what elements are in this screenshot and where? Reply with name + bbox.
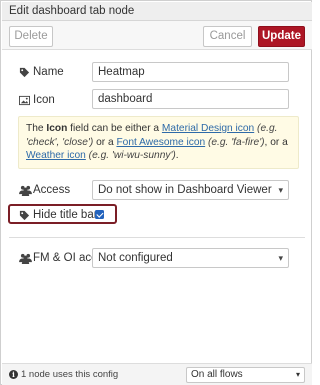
hide-title-bar-label-row: Hide title bar bbox=[19, 209, 98, 221]
help-example: (e.g. 'fa-fire') bbox=[205, 136, 265, 148]
update-button[interactable]: Update bbox=[258, 26, 305, 47]
section-divider bbox=[9, 237, 305, 238]
icon-label-row: Icon bbox=[19, 94, 55, 106]
icon-input[interactable]: dashboard bbox=[92, 89, 289, 109]
users-icon bbox=[19, 185, 32, 196]
access-select-value: Do not show in Dashboard Viewer bbox=[98, 184, 272, 196]
font-awesome-link[interactable]: Font Awesome icon bbox=[116, 137, 205, 148]
name-label-row: Name bbox=[19, 66, 64, 78]
dialog-toolbar: Delete Cancel Update bbox=[2, 21, 312, 50]
chevron-down-icon: ▾ bbox=[295, 370, 300, 379]
users-icon bbox=[19, 253, 32, 264]
name-label: Name bbox=[33, 66, 64, 78]
weather-icon-link[interactable]: Weather icon bbox=[26, 150, 86, 161]
usage-text: 1 node uses this config bbox=[21, 369, 119, 380]
help-field-name: Icon bbox=[46, 123, 68, 134]
access-label-row: Access bbox=[19, 184, 70, 196]
delete-button[interactable]: Delete bbox=[9, 26, 53, 47]
image-icon bbox=[19, 95, 30, 106]
icon-help-box: The Icon field can be either a Material … bbox=[18, 116, 299, 169]
edit-dialog: Edit dashboard tab node Delete Cancel Up… bbox=[0, 0, 312, 385]
name-input[interactable]: Heatmap bbox=[92, 62, 289, 82]
fm-oi-access-select-value: Not configured bbox=[98, 252, 173, 264]
usage-info: i 1 node uses this config bbox=[9, 369, 118, 380]
info-icon: i bbox=[9, 370, 18, 379]
help-text: or a bbox=[93, 136, 117, 148]
chevron-down-icon: ▾ bbox=[278, 253, 283, 263]
dialog-title: Edit dashboard tab node bbox=[2, 2, 312, 21]
access-select[interactable]: Do not show in Dashboard Viewer ▾ bbox=[92, 180, 289, 200]
cancel-button[interactable]: Cancel bbox=[203, 26, 252, 47]
help-text: The bbox=[26, 123, 47, 134]
material-design-link[interactable]: Material Design icon bbox=[162, 123, 254, 134]
fm-oi-access-select[interactable]: Not configured ▾ bbox=[92, 248, 289, 268]
hide-title-bar-label: Hide title bar bbox=[33, 209, 98, 221]
icon-label: Icon bbox=[33, 94, 55, 106]
help-text: , or a bbox=[264, 136, 288, 148]
chevron-down-icon: ▾ bbox=[278, 185, 283, 195]
access-label: Access bbox=[33, 184, 71, 196]
help-text: field can be either a bbox=[67, 123, 162, 134]
scope-select-value: On all flows bbox=[191, 369, 243, 380]
tag-icon bbox=[19, 210, 30, 221]
hide-title-bar-checkbox[interactable] bbox=[95, 210, 104, 219]
help-example: (e.g. 'wi-wu-sunny') bbox=[85, 150, 176, 161]
help-text: . bbox=[175, 150, 179, 161]
dialog-footer: i 1 node uses this config On all flows ▾ bbox=[2, 363, 312, 385]
tag-icon bbox=[19, 67, 30, 78]
scope-select[interactable]: On all flows ▾ bbox=[186, 367, 305, 383]
